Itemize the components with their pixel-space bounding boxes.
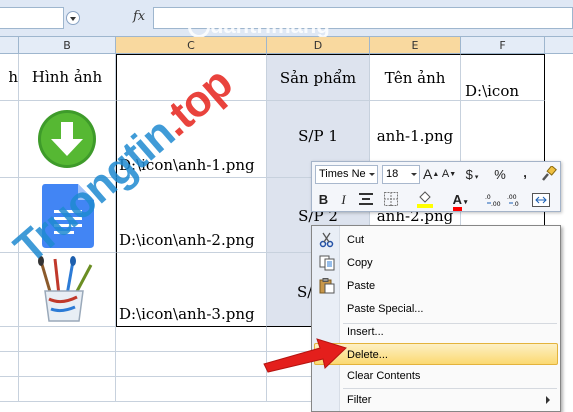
align-center-button[interactable]: [357, 190, 374, 209]
paste-icon: [319, 278, 335, 294]
cell-c5[interactable]: [116, 327, 267, 352]
cell-a5[interactable]: [0, 327, 19, 352]
decrease-decimal-button[interactable]: .0.00: [484, 190, 504, 209]
name-box[interactable]: [0, 7, 64, 29]
comma-button[interactable]: ,: [518, 163, 532, 182]
increase-decimal-icon: .00.0: [507, 194, 519, 208]
copy-icon: [319, 255, 335, 271]
chevron-down-icon: [411, 173, 417, 176]
menu-item-paste-special[interactable]: Paste Special...: [314, 298, 558, 320]
percent-button[interactable]: %: [490, 165, 510, 184]
cell-e1[interactable]: Tên ảnh: [370, 54, 461, 101]
increase-decimal-button[interactable]: .00.0: [506, 190, 526, 209]
svg-text:.0: .0: [513, 201, 519, 207]
column-header-e[interactable]: E: [370, 37, 461, 54]
decrease-decimal-icon: .0.00: [485, 194, 501, 208]
menu-item-paste[interactable]: Paste: [314, 275, 558, 297]
chevron-down-icon: [369, 173, 375, 176]
menu-item-copy[interactable]: Copy: [314, 252, 558, 274]
svg-text:.00: .00: [491, 201, 501, 207]
cell-d1[interactable]: Sản phẩm: [267, 54, 370, 101]
format-painter-button[interactable]: [540, 165, 558, 184]
chevron-right-icon: [546, 396, 550, 404]
borders-button[interactable]: [380, 190, 402, 209]
quantrimang-logo: uantrimang: [188, 13, 330, 39]
cell-b1[interactable]: Hình ảnh: [19, 54, 116, 101]
font-color-button[interactable]: A ▾: [447, 190, 473, 211]
menu-item-filter[interactable]: Filter: [314, 389, 558, 411]
column-header-c[interactable]: C: [116, 37, 267, 54]
column-header-a[interactable]: [0, 37, 19, 54]
font-size-box[interactable]: 18: [382, 165, 420, 184]
column-header-d[interactable]: D: [267, 37, 370, 54]
menu-item-cut[interactable]: Cut: [314, 229, 558, 251]
currency-button[interactable]: $ ▾: [462, 165, 482, 184]
cell-a2[interactable]: [0, 101, 19, 178]
merge-center-button[interactable]: [530, 190, 552, 209]
scissors-icon: [319, 232, 334, 248]
paintbrush-icon: [542, 165, 557, 181]
cell-a6[interactable]: [0, 352, 19, 377]
red-pointer-arrow-icon: [263, 338, 347, 373]
cell-b5[interactable]: [19, 327, 116, 352]
cell-a7[interactable]: [0, 377, 19, 402]
grow-font-button[interactable]: A▲: [423, 165, 439, 184]
cell-b6[interactable]: [19, 352, 116, 377]
borders-icon: [384, 192, 398, 206]
merge-cells-icon: [532, 193, 550, 207]
paint-bucket-icon: [417, 191, 433, 208]
column-header-f[interactable]: F: [461, 37, 545, 54]
svg-text:.0: .0: [485, 194, 491, 201]
context-menu: Cut Copy Paste Paste Special... Insert..…: [311, 225, 561, 412]
download-arrow-icon: [38, 110, 96, 168]
bold-button[interactable]: B: [315, 190, 332, 209]
cell-c6[interactable]: [116, 352, 267, 377]
cell-b7[interactable]: [19, 377, 116, 402]
name-box-dropdown[interactable]: [66, 11, 80, 25]
cell-a1[interactable]: h: [0, 54, 19, 101]
cell-c3[interactable]: D:\icon\anh-2.png: [116, 178, 267, 253]
insert-function-icon[interactable]: fx: [133, 9, 145, 24]
column-header-b[interactable]: B: [19, 37, 116, 54]
fill-color-button[interactable]: [412, 190, 438, 209]
column-header-g[interactable]: [545, 37, 573, 54]
cell-c4[interactable]: D:\icon\anh-3.png: [116, 253, 267, 327]
cell-f1[interactable]: D:\icon: [461, 54, 545, 101]
align-center-icon: [358, 193, 373, 205]
menu-item-insert[interactable]: Insert...: [314, 321, 558, 343]
menu-item-delete[interactable]: Delete...: [314, 343, 558, 365]
shrink-font-button[interactable]: A▼: [441, 165, 457, 184]
svg-text:.00: .00: [507, 194, 517, 201]
italic-button[interactable]: I: [335, 190, 352, 209]
cell-a4[interactable]: [0, 253, 19, 327]
cell-c7[interactable]: [116, 377, 267, 402]
mini-toolbar: Times Ne 18 A▲ A▼ $ ▾ % , B I A ▾ .0.00 …: [311, 161, 561, 212]
font-name-box[interactable]: Times Ne: [315, 165, 378, 184]
menu-item-clear-contents[interactable]: Clear Contents: [314, 365, 558, 387]
